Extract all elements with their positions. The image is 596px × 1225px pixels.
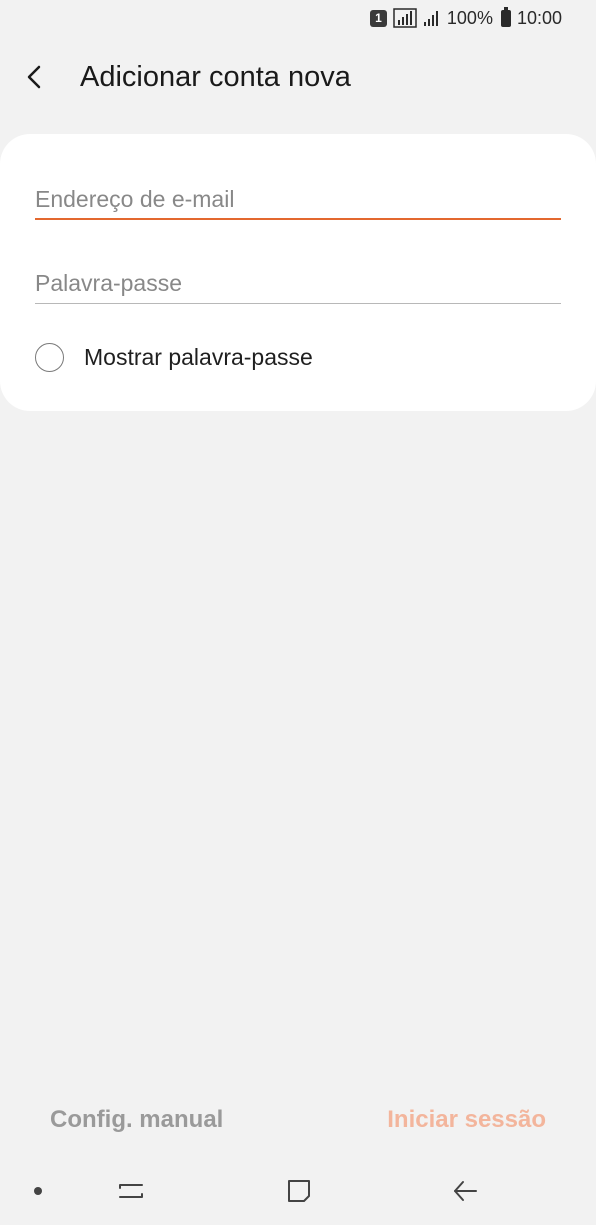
back-arrow-icon[interactable] bbox=[450, 1176, 480, 1211]
clock: 10:00 bbox=[516, 7, 562, 28]
navigation-bar bbox=[0, 1160, 596, 1220]
home-icon[interactable] bbox=[284, 1176, 314, 1211]
email-field[interactable]: Endereço de e-mail bbox=[35, 184, 561, 220]
manual-setup-button[interactable]: Config. manual bbox=[50, 1106, 223, 1134]
signal-icon bbox=[393, 8, 417, 28]
status-bar: 1 100% 10:00 bbox=[0, 0, 596, 36]
password-placeholder: Palavra-passe bbox=[35, 270, 183, 296]
chevron-left-icon bbox=[27, 65, 41, 89]
email-placeholder: Endereço de e-mail bbox=[35, 186, 235, 212]
screen: 1 100% 10:00 Adicionar conta nova Endere… bbox=[0, 0, 596, 1225]
show-password-toggle[interactable]: Mostrar palavra-passe bbox=[35, 340, 313, 374]
battery-icon bbox=[500, 6, 511, 27]
bottom-actions: Config. manual Iniciar sessão bbox=[0, 1100, 596, 1144]
login-form-card: Endereço de e-mail Palavra-passe Mostrar… bbox=[0, 134, 596, 411]
show-password-checkbox[interactable] bbox=[35, 342, 64, 372]
recent-apps-icon[interactable] bbox=[116, 1176, 146, 1211]
show-password-label: Mostrar palavra-passe bbox=[84, 343, 313, 370]
password-field[interactable]: Palavra-passe bbox=[35, 268, 561, 304]
page-title: Adicionar conta nova bbox=[80, 60, 351, 93]
dot-icon[interactable] bbox=[34, 1187, 42, 1195]
back-button[interactable] bbox=[0, 52, 80, 102]
sign-in-button[interactable]: Iniciar sessão bbox=[387, 1106, 546, 1134]
battery-percent: 100% bbox=[446, 7, 493, 28]
app-header: Adicionar conta nova bbox=[0, 52, 596, 102]
signal-bars-icon bbox=[423, 9, 441, 27]
sim-icon: 1 bbox=[369, 9, 387, 27]
